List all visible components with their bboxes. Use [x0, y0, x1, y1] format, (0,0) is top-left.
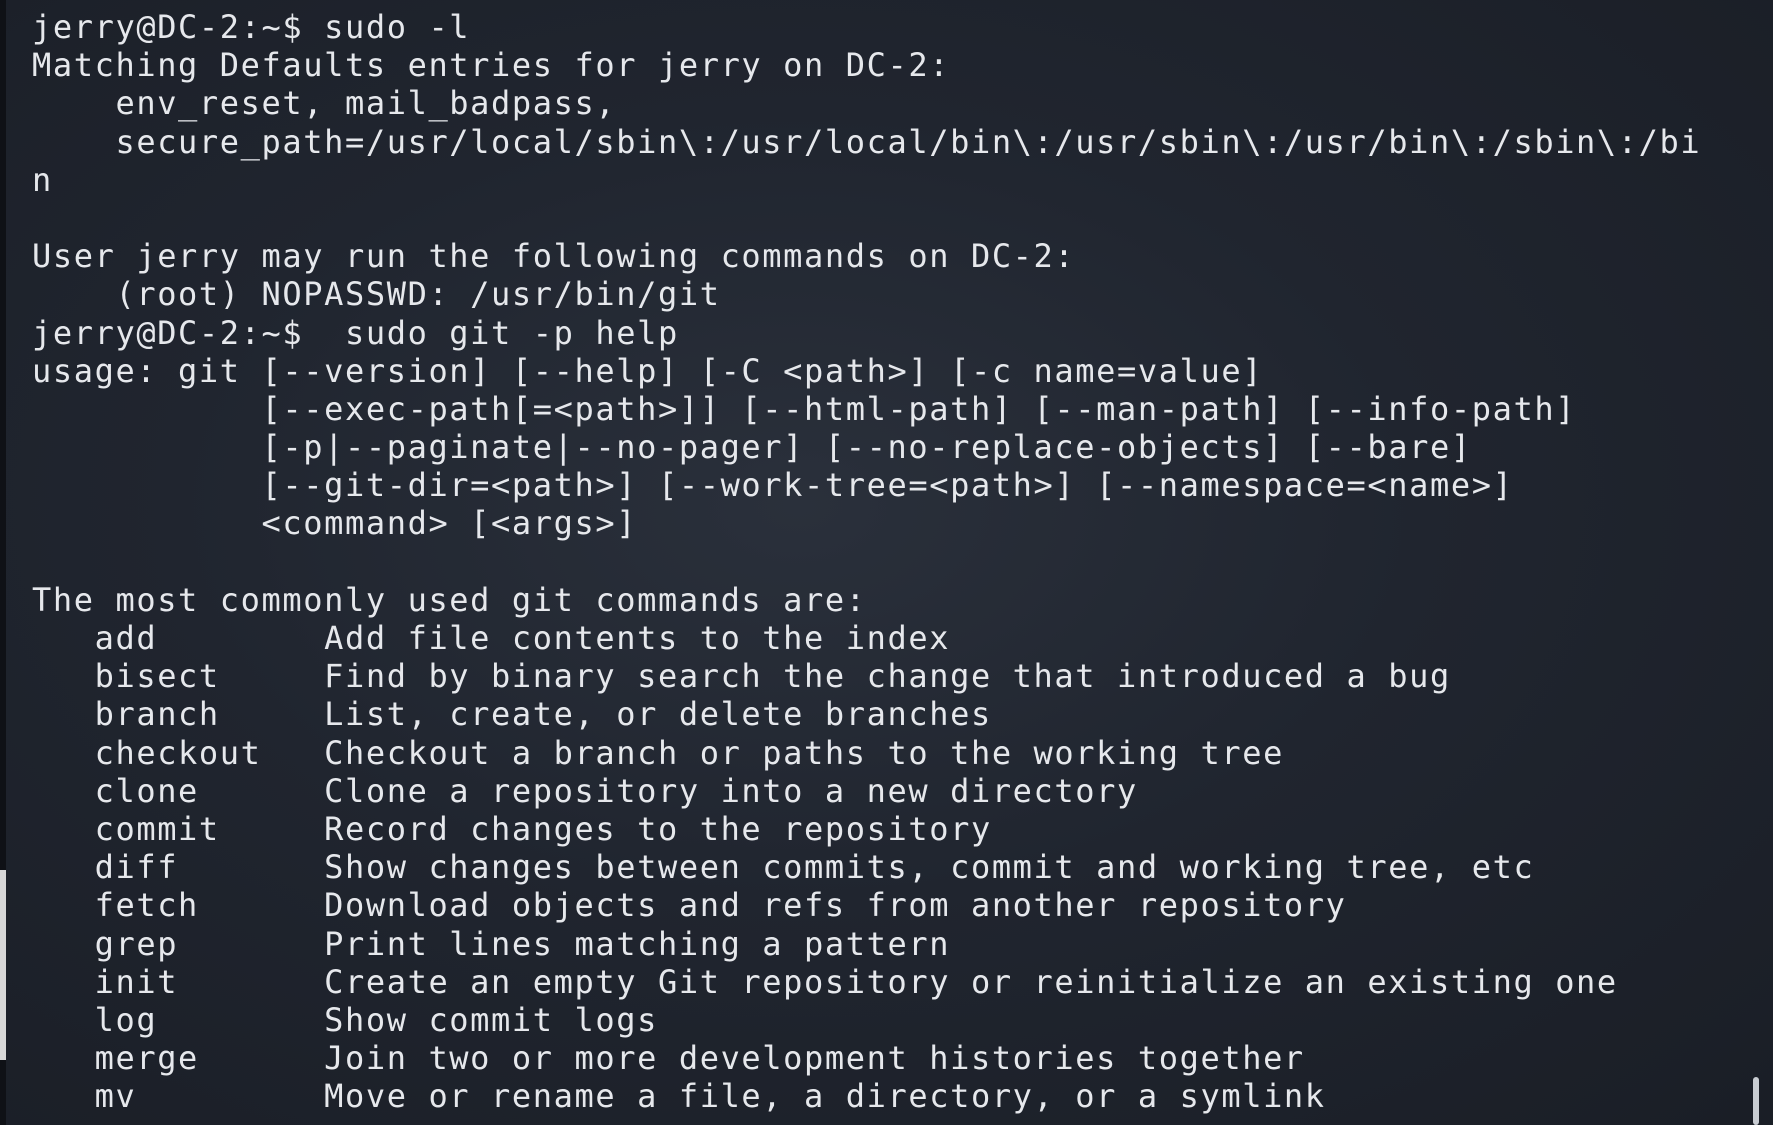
terminal-line: merge Join two or more development histo… — [32, 1039, 1305, 1078]
terminal-line: secure_path=/usr/local/sbin\:/usr/local/… — [32, 122, 1702, 161]
terminal-line: Matching Defaults entries for jerry on D… — [32, 46, 951, 85]
terminal-line: diff Show changes between commits, commi… — [32, 848, 1535, 887]
terminal-line: [--exec-path[=<path>]] [--html-path] [--… — [32, 389, 1577, 428]
terminal-line: [-p|--paginate|--no-pager] [--no-replace… — [32, 428, 1472, 467]
terminal-line: checkout Checkout a branch or paths to t… — [32, 733, 1284, 772]
terminal-line: clone Clone a repository into a new dire… — [32, 771, 1138, 810]
terminal-line: The most commonly used git commands are: — [32, 580, 867, 619]
terminal-line: env_reset, mail_badpass, — [32, 84, 617, 123]
terminal-line: jerry@DC-2:~$ sudo -l — [32, 8, 471, 46]
terminal-line: grep Print lines matching a pattern — [32, 924, 951, 963]
terminal-line: User jerry may run the following command… — [32, 237, 1076, 276]
desktop-background-strip — [0, 870, 6, 1060]
terminal-line: fetch Download objects and refs from ano… — [32, 886, 1347, 925]
terminal-line: bisect Find by binary search the change … — [32, 657, 1451, 696]
terminal-line: branch List, create, or delete branches — [32, 695, 992, 734]
terminal-line: commit Record changes to the repository — [32, 809, 992, 848]
terminal-line: log Show commit logs — [32, 1000, 658, 1039]
terminal-line: mv Move or rename a file, a directory, o… — [32, 1077, 1326, 1116]
terminal-line: <command> [<args>] — [32, 504, 638, 543]
terminal-output: jerry@DC-2:~$ sudo -l Matching Defaults e… — [32, 8, 1773, 1115]
terminal-line: init Create an empty Git repository or r… — [32, 962, 1618, 1001]
terminal-line: [--git-dir=<path>] [--work-tree=<path>] … — [32, 466, 1514, 505]
terminal-line: (root) NOPASSWD: /usr/bin/git — [32, 275, 721, 314]
terminal-line: n — [32, 160, 53, 199]
terminal-line: usage: git [--version] [--help] [-C <pat… — [32, 351, 1264, 390]
terminal-line: jerry@DC-2:~$ sudo git -p help — [32, 313, 679, 352]
terminal-line: add Add file contents to the index — [32, 619, 951, 657]
scrollbar-thumb[interactable] — [1753, 1077, 1759, 1125]
terminal-window[interactable]: jerry@DC-2:~$ sudo -l Matching Defaults e… — [0, 0, 1773, 1125]
